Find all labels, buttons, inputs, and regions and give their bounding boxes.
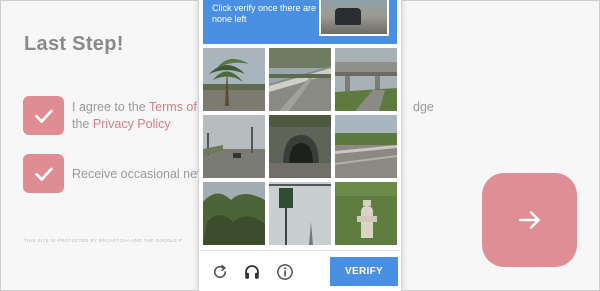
captcha-tile[interactable] (269, 48, 331, 111)
captcha-tile[interactable] (335, 115, 397, 178)
terms-prefix: I agree to the (72, 100, 149, 114)
reload-icon[interactable] (211, 263, 229, 281)
newsletter-checkbox[interactable] (23, 154, 64, 193)
car-image (335, 8, 361, 25)
terms-checkbox[interactable] (23, 96, 64, 135)
verify-button[interactable]: VERIFY (330, 257, 398, 286)
page-title: Last Step! (24, 33, 124, 55)
terms-link[interactable]: Terms of (149, 100, 197, 114)
captcha-tile[interactable] (203, 182, 265, 245)
recaptcha-notice: THIS SITE IS PROTECTED BY RECAPTCHA AND … (24, 238, 183, 243)
captcha-tile[interactable] (269, 182, 331, 245)
next-button[interactable] (482, 173, 577, 267)
captcha-tile[interactable] (203, 115, 265, 178)
captcha-tile[interactable] (203, 48, 265, 111)
captcha-instruction: Click verify once there are none left (212, 3, 317, 24)
captcha-tile[interactable] (335, 48, 397, 111)
arrow-right-icon (518, 211, 540, 229)
captcha-footer: VERIFY (199, 250, 403, 291)
sample-image (319, 0, 389, 36)
privacy-policy-link[interactable]: Privacy Policy (93, 117, 171, 131)
captcha-image-grid (203, 48, 397, 245)
captcha-dialog: Click verify once there are none left VE… (198, 0, 403, 291)
captcha-tile[interactable] (269, 115, 331, 178)
info-icon[interactable] (276, 263, 294, 281)
terms-second-line: the (72, 117, 93, 131)
terms-suffix: dge (413, 100, 434, 114)
captcha-header: Click verify once there are none left (203, 0, 397, 44)
checkmark-icon (34, 167, 53, 181)
captcha-tile[interactable] (335, 182, 397, 245)
audio-icon[interactable] (243, 263, 261, 281)
checkmark-icon (34, 109, 53, 123)
